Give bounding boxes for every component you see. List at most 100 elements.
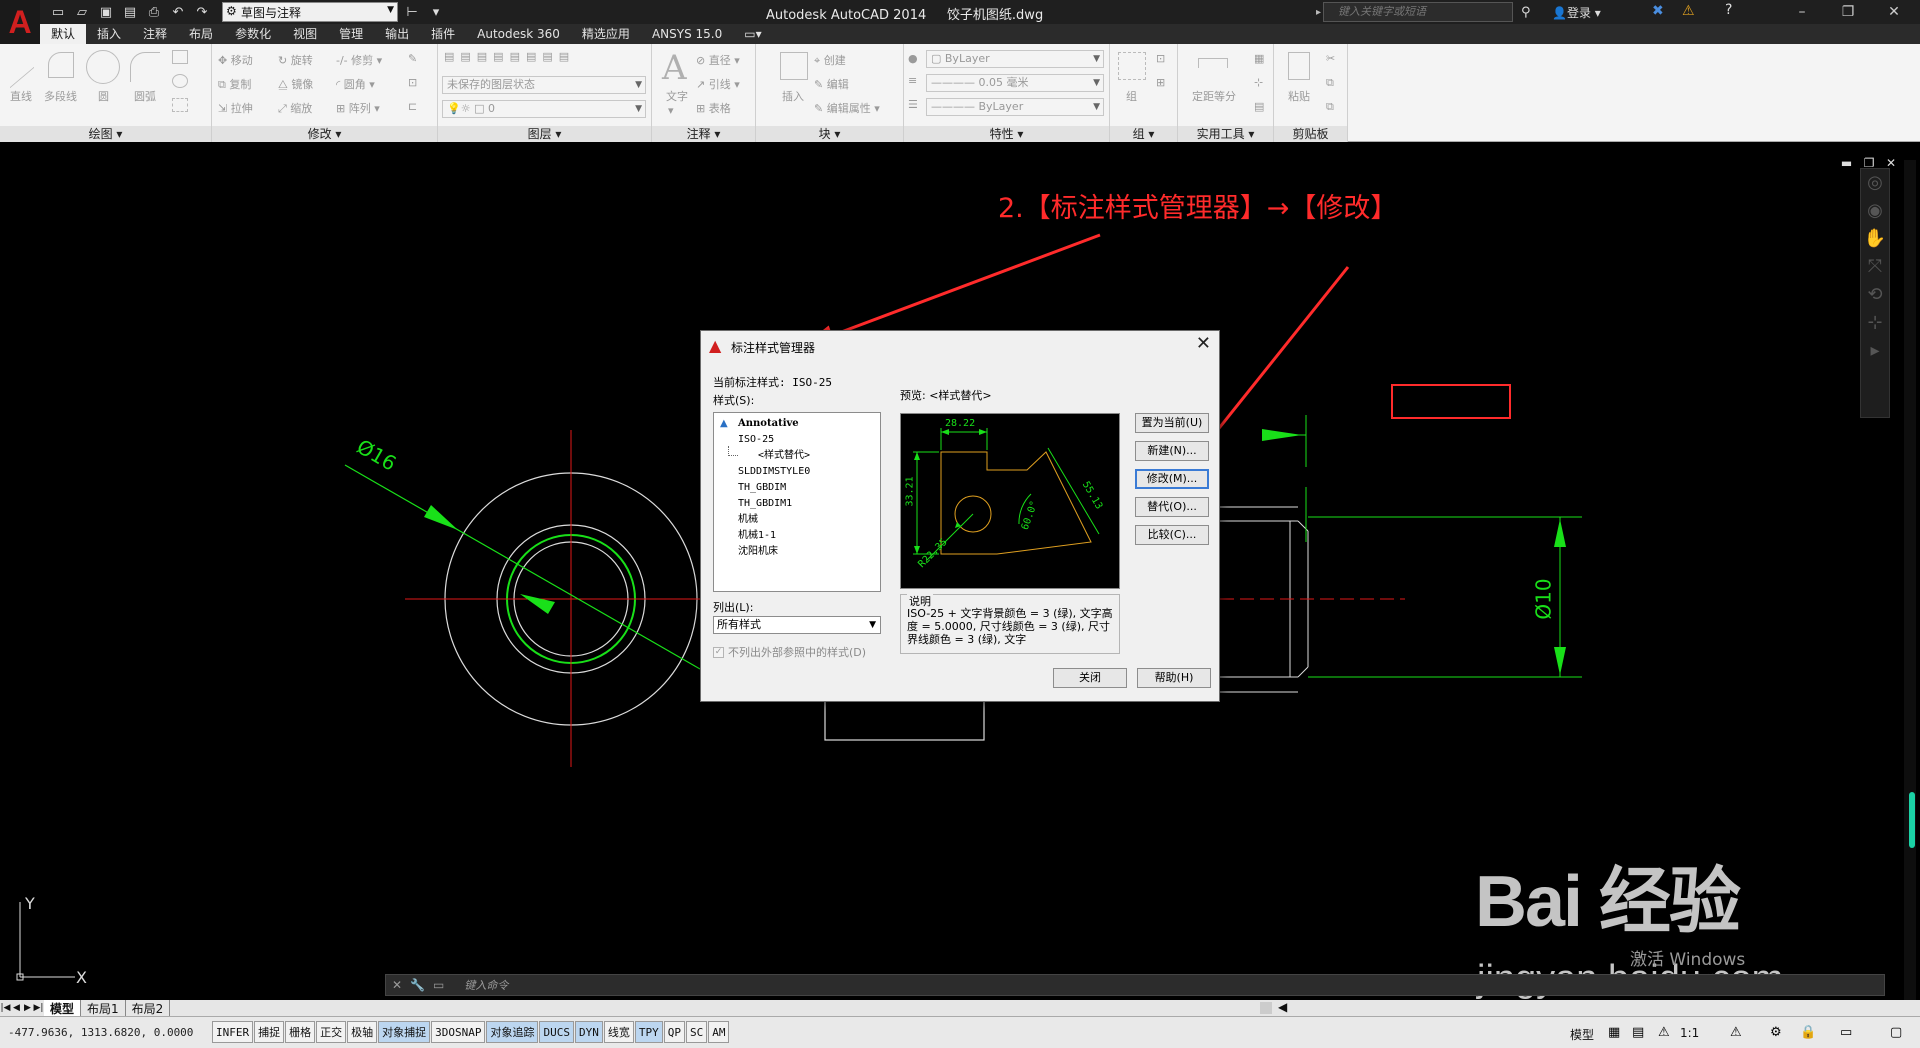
quick-view-drawings-icon[interactable]: ▤ [1632,1025,1644,1040]
tab-layout1[interactable]: 布局1 [81,999,126,1017]
status-toggle[interactable]: DYN [574,1021,603,1043]
new-style-button[interactable]: 新建(N)... [1135,441,1209,461]
fillet-button[interactable]: ◜ 圆角 ▾ [336,76,375,92]
command-input[interactable]: 键入命令 [464,977,508,993]
arc-button[interactable]: 圆弧 [134,88,156,104]
layer-state-select[interactable]: 未保存的图层状态 ▼ [442,76,646,94]
steering-wheel-icon[interactable]: ◎ [1861,169,1889,197]
tab-manage[interactable]: 管理 [328,24,374,44]
list-item[interactable]: TH_GBDIM1 [714,496,880,512]
nav-more-icon[interactable]: ▸ [1861,337,1889,365]
rotate-button[interactable]: ↻ 旋转 [278,52,313,68]
copy-base-icon[interactable]: ⧉ [1326,100,1334,114]
status-toggle[interactable]: TPY [634,1021,663,1043]
status-toggle[interactable]: 捕捉 [254,1021,285,1043]
panel-modify-title[interactable]: 修改 ▾ [212,126,437,142]
next-tab-icon[interactable]: ▶ [22,1003,33,1013]
app-menu-button[interactable]: A [0,0,40,44]
panel-utilities-title[interactable]: 实用工具 ▾ [1178,126,1273,142]
scrollbar-thumb[interactable] [1909,792,1915,848]
list-item[interactable]: 沈阳机床 [714,544,880,560]
list-item[interactable]: ▲ Annotative [714,416,880,432]
paste-button[interactable]: 粘贴 [1288,88,1310,104]
command-line[interactable]: ✕ 🔧 ▭ 键入命令 [385,974,1885,996]
expand-icon[interactable]: ▸ [1316,7,1321,18]
status-toggle[interactable]: 栅格 [285,1021,316,1043]
workspace-select[interactable]: ⚙ 草图与注释 ▼ [222,2,398,22]
tab-layout2[interactable]: 布局2 [126,999,171,1017]
hscroll-thumb[interactable] [1260,1002,1272,1014]
offset-icon[interactable]: ⊏ [408,100,417,113]
layer-dropdown-icon[interactable]: ⊢ [402,2,422,22]
modify-style-button[interactable]: 修改(M)... [1135,469,1209,489]
status-toggle[interactable]: 对象捕捉 [378,1021,431,1043]
restore-icon[interactable]: ❐ [1826,0,1870,24]
rectangle-icon[interactable] [172,50,188,64]
stretch-button[interactable]: ⇲ 拉伸 [218,100,253,116]
insert-button[interactable]: 插入 [782,88,804,104]
status-toggle[interactable]: DUCS [539,1021,574,1043]
tab-insert[interactable]: 插入 [86,24,132,44]
panel-group-title[interactable]: 组 ▾ [1110,126,1177,142]
polyline-button[interactable]: 多段线 [44,88,77,104]
close-button[interactable]: 关闭 [1053,668,1127,688]
fullscreen-icon[interactable]: ▢ [1890,1025,1902,1040]
compare-button[interactable]: 比较(C)... [1135,525,1209,545]
help-icon[interactable]: ? [1725,2,1732,18]
minimize-viewport-icon[interactable]: ▬ [1841,156,1852,170]
hatch-icon[interactable] [172,98,188,112]
list-item[interactable]: SLDDIMSTYLE0 [714,464,880,480]
ellipse-icon[interactable] [172,74,188,88]
wrench-icon[interactable]: 🔧 [410,978,425,992]
layer-tools-icon[interactable]: ▤▤▤▤▤▤▤▤ [444,50,575,63]
workspace-switch-icon[interactable]: ⚙ [1770,1025,1782,1040]
list-item[interactable]: <样式替代> [714,446,880,464]
tab-layout[interactable]: 布局 [178,24,224,44]
edit-attr-button[interactable]: ✎ 编辑属性 ▾ [814,100,880,116]
close-icon[interactable]: ✕ [1196,333,1211,354]
pan-icon[interactable]: ✋ [1861,225,1889,253]
status-toggle[interactable]: 极轴 [347,1021,378,1043]
search-input[interactable] [1323,2,1514,22]
panel-clipboard-title[interactable]: 剪贴板 [1274,126,1347,142]
status-toggle[interactable]: SC [685,1021,708,1043]
color-select[interactable]: ▢ ByLayer ▼ [926,50,1104,68]
tab-annotate[interactable]: 注释 [132,24,178,44]
list-item[interactable]: 机械 [714,512,880,528]
tab-featured-apps[interactable]: 精选应用 [571,24,641,44]
panel-properties-title[interactable]: 特性 ▾ [904,126,1109,142]
move-button[interactable]: ✥ 移动 [218,52,253,68]
ribbon-toggle-icon[interactable]: ▭▾ [733,24,772,44]
erase-icon[interactable]: ✎ [408,52,417,65]
lock-icon[interactable]: 🔒 [1800,1025,1816,1040]
status-toggle[interactable]: 正交 [316,1021,347,1043]
table-button[interactable]: ⊞ 表格 [696,100,731,116]
new-file-icon[interactable]: ▭ [48,2,68,22]
steering-wheel-icon-2[interactable]: ◉ [1861,197,1889,225]
last-tab-icon[interactable]: ▶| [33,1003,44,1013]
help-button[interactable]: 帮助(H) [1137,668,1211,688]
open-file-icon[interactable]: ▱ [72,2,92,22]
annotation-scale[interactable]: 1:1 [1680,1026,1699,1040]
copy-button[interactable]: ⧉ 复制 [218,76,251,92]
zoom-icon[interactable]: ⤧ [1861,253,1889,281]
tab-autodesk360[interactable]: Autodesk 360 [466,24,571,44]
hscroll-left-icon[interactable]: ◀ [1278,1000,1287,1014]
linetype-select[interactable]: ———— ByLayer ▼ [926,98,1104,116]
ungroup-icon[interactable]: ⊡ [1156,52,1165,65]
scale-button[interactable]: ⤢ 缩放 [278,100,312,116]
close-icon[interactable]: ✕ [392,978,402,992]
line-button[interactable]: 直线 [10,88,32,104]
tab-output[interactable]: 输出 [374,24,420,44]
print-icon[interactable]: ⎙ [144,2,164,22]
circle-button[interactable]: 圆 [98,88,109,104]
login-button[interactable]: 👤登录 ▾ [1552,4,1601,21]
save-icon[interactable]: ▣ [96,2,116,22]
panel-annotation-title[interactable]: 注释 ▾ [652,126,755,142]
list-item[interactable]: ISO-25 [714,432,880,448]
status-toggle[interactable]: QP [663,1021,685,1043]
create-block-button[interactable]: ⌖ 创建 [814,52,846,68]
cut-icon[interactable]: ✂ [1326,52,1335,65]
measure-button[interactable]: 定距等分 [1192,88,1236,104]
edit-block-button[interactable]: ✎ 编辑 [814,76,849,92]
